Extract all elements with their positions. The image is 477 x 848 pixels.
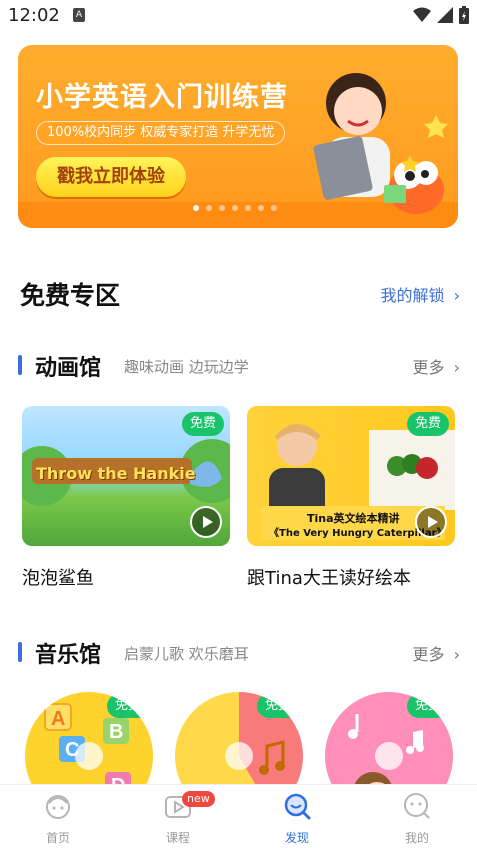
tab-course[interactable]: new 课程 — [138, 791, 218, 846]
play-icon[interactable] — [190, 506, 222, 538]
play-icon[interactable] — [415, 506, 447, 538]
disc-center — [75, 742, 103, 770]
status-time: 12:02 — [8, 5, 60, 26]
animation-hall-subtitle: 趣味动画 边玩边学 — [124, 358, 249, 376]
free-badge: 免费 — [181, 412, 224, 436]
music-hall-subtitle: 启蒙儿歌 欢乐磨耳 — [124, 645, 249, 663]
banner-dot — [258, 205, 264, 211]
banner-dot — [232, 205, 238, 211]
video-card[interactable]: Throw the Hankie 免费 泡泡鲨鱼 — [22, 406, 230, 590]
banner-dot — [271, 205, 277, 211]
more-label: 更多 — [412, 645, 445, 664]
my-unlocks-label: 我的解锁 — [380, 286, 445, 305]
banner-dot — [193, 205, 199, 211]
section-accent-bar — [18, 355, 22, 375]
tab-label: 课程 — [165, 831, 190, 845]
section-accent-bar — [18, 642, 22, 662]
animation-hall-title: 动画馆 — [35, 356, 102, 381]
my-unlocks-link[interactable]: 我的解锁 › — [380, 282, 460, 306]
discover-icon — [284, 793, 311, 820]
signal-icon — [437, 7, 453, 23]
banner-illustration — [313, 73, 448, 214]
animation-more-link[interactable]: 更多 › — [412, 354, 460, 378]
tab-home[interactable]: 首页 — [18, 791, 98, 846]
promo-banner[interactable]: 小学英语入门训练营 100%校内同步 权威专家打造 升学无忧 戳我立即体验 — [18, 45, 458, 228]
video-thumb-text: Throw the Hankie — [36, 464, 196, 483]
chevron-right-icon: › — [453, 645, 460, 664]
animation-hall-header: 动画馆 趣味动画 边玩边学 更多 › — [18, 350, 460, 381]
wifi-icon — [413, 7, 431, 22]
battery-icon — [459, 6, 469, 24]
chevron-right-icon: › — [453, 286, 460, 305]
svg-text:B: B — [109, 721, 123, 743]
free-badge: 免费 — [256, 694, 299, 718]
free-badge: 免费 — [406, 694, 449, 718]
svg-text:A: A — [51, 708, 65, 730]
home-icon — [46, 795, 70, 819]
tab-label: 首页 — [45, 831, 70, 845]
disc-center — [375, 742, 403, 770]
banner-dot — [245, 205, 251, 211]
profile-icon — [404, 793, 430, 819]
status-bar: 12:02 A — [0, 0, 477, 32]
video-title: 泡泡鲨鱼 — [22, 568, 94, 589]
banner-dot — [206, 205, 212, 211]
video-thumbnail[interactable]: Throw the Hankie 免费 — [22, 406, 230, 546]
new-badge: new — [182, 791, 215, 807]
tab-label: 我的 — [404, 831, 429, 845]
free-badge: 免费 — [106, 694, 149, 718]
chevron-right-icon: › — [453, 358, 460, 377]
tab-profile[interactable]: 我的 — [377, 791, 457, 846]
bottom-tab-bar: 首页 new 课程 发现 我的 — [0, 784, 477, 848]
more-label: 更多 — [412, 358, 445, 377]
banner-subtitle: 100%校内同步 权威专家打造 升学无忧 — [36, 121, 286, 145]
tab-discover[interactable]: 发现 — [257, 791, 337, 846]
banner-cta-button[interactable]: 戳我立即体验 — [36, 157, 186, 197]
banner-dot — [219, 205, 225, 211]
video-card[interactable]: Tina英文绘本精讲 《The Very Hungry Caterpillar》… — [247, 406, 455, 590]
free-zone-header: 免费专区 我的解锁 › — [20, 276, 460, 310]
banner-title: 小学英语入门训练营 — [36, 82, 288, 113]
music-more-link[interactable]: 更多 › — [412, 641, 460, 665]
video-title: 跟Tina大王读好绘本 — [247, 568, 411, 589]
music-hall-header: 音乐馆 启蒙儿歌 欢乐磨耳 更多 › — [18, 637, 460, 668]
music-hall-title: 音乐馆 — [35, 643, 102, 668]
disc-center — [225, 742, 253, 770]
video-thumbnail[interactable]: Tina英文绘本精讲 《The Very Hungry Caterpillar》… — [247, 406, 455, 546]
free-badge: 免费 — [406, 412, 449, 436]
a-notification-icon: A — [73, 8, 85, 22]
tab-label: 发现 — [284, 831, 309, 845]
status-icons — [413, 6, 469, 24]
banner-pagination — [193, 205, 277, 211]
free-zone-title: 免费专区 — [20, 281, 121, 310]
